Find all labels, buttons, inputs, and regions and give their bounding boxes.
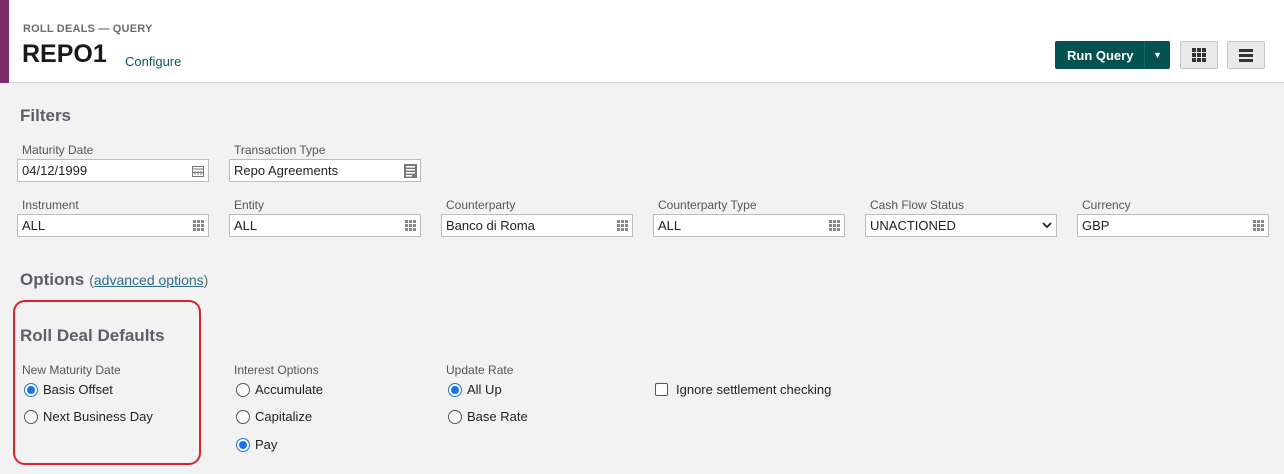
next-business-day-radio[interactable]: Next Business Day — [24, 409, 153, 424]
counterparty-field[interactable]: Banco di Roma — [441, 214, 633, 237]
grid-icon[interactable] — [612, 215, 632, 236]
radio-unselected[interactable] — [236, 409, 250, 424]
lookup-list-icon[interactable] — [400, 160, 420, 181]
entity-field[interactable]: ALL — [229, 214, 421, 237]
entity-label: Entity — [234, 198, 265, 212]
configure-link[interactable]: Configure — [125, 54, 181, 69]
counterparty-type-label: Counterparty Type — [658, 198, 757, 212]
caret-down-icon[interactable]: ▼ — [1144, 41, 1170, 69]
menu-button[interactable] — [1227, 41, 1265, 69]
radio-selected[interactable] — [448, 382, 462, 397]
counterparty-type-field[interactable]: ALL — [653, 214, 845, 237]
options-title: Options — [20, 270, 85, 289]
filters-title: Filters — [20, 106, 72, 125]
radio-unselected[interactable] — [448, 409, 462, 424]
breadcrumb: ROLL DEALS — QUERY — [23, 23, 153, 35]
hamburger-icon — [1239, 49, 1253, 62]
currency-field[interactable]: GBP — [1077, 214, 1269, 237]
advanced-options-link[interactable]: advanced options — [94, 272, 204, 288]
next-business-day-label: Next Business Day — [43, 409, 153, 424]
instrument-field[interactable]: ALL — [17, 214, 209, 237]
currency-value: GBP — [1082, 218, 1110, 233]
capitalize-label: Capitalize — [255, 409, 313, 424]
cash-flow-status-label: Cash Flow Status — [870, 198, 965, 212]
options-heading: Options ( advanced options ) — [20, 270, 208, 290]
new-maturity-date-label: New Maturity Date — [22, 363, 121, 377]
accent-bar — [0, 0, 9, 83]
radio-selected[interactable] — [236, 437, 250, 452]
accumulate-radio[interactable]: Accumulate — [236, 382, 323, 397]
grid-icon[interactable] — [1248, 215, 1268, 236]
checkbox-unchecked[interactable] — [655, 383, 668, 396]
cash-flow-status-select[interactable]: UNACTIONED — [865, 214, 1057, 237]
capitalize-radio[interactable]: Capitalize — [236, 409, 312, 424]
base-rate-label: Base Rate — [467, 409, 528, 424]
calendar-icon[interactable] — [188, 160, 208, 181]
ignore-settlement-label: Ignore settlement checking — [676, 382, 832, 397]
maturity-date-value: 04/12/1999 — [22, 163, 88, 178]
run-query-button[interactable]: Run Query ▼ — [1055, 41, 1170, 69]
pay-radio[interactable]: Pay — [236, 437, 277, 452]
radio-selected[interactable] — [24, 382, 38, 397]
base-rate-radio[interactable]: Base Rate — [448, 409, 528, 424]
transaction-type-value: Repo Agreements — [234, 163, 339, 178]
transaction-type-field[interactable]: Repo Agreements — [229, 159, 421, 182]
grid-icon[interactable] — [400, 215, 420, 236]
counterparty-type-value: ALL — [658, 218, 682, 233]
counterparty-value: Banco di Roma — [446, 218, 535, 233]
chevron-down-icon[interactable] — [1038, 222, 1056, 229]
page-header: ROLL DEALS — QUERY REPO1 Configure Run Q… — [0, 0, 1284, 83]
instrument-label: Instrument — [22, 198, 79, 212]
grid-view-button[interactable] — [1180, 41, 1218, 69]
update-rate-label: Update Rate — [446, 363, 514, 377]
counterparty-label: Counterparty — [446, 198, 516, 212]
transaction-type-label: Transaction Type — [234, 143, 326, 157]
paren-close: ) — [203, 272, 209, 288]
basis-offset-radio[interactable]: Basis Offset — [24, 382, 113, 397]
cash-flow-status-value: UNACTIONED — [870, 218, 956, 233]
grid-icon[interactable] — [824, 215, 844, 236]
roll-deal-defaults-title: Roll Deal Defaults — [20, 326, 165, 345]
interest-options-label: Interest Options — [234, 363, 319, 377]
all-up-radio[interactable]: All Up — [448, 382, 502, 397]
grid-icon[interactable] — [188, 215, 208, 236]
accumulate-label: Accumulate — [255, 382, 323, 397]
grid-icon — [1192, 48, 1206, 62]
maturity-date-field[interactable]: 04/12/1999 — [17, 159, 209, 182]
currency-label: Currency — [1082, 198, 1131, 212]
run-query-label: Run Query — [1067, 47, 1134, 63]
radio-unselected[interactable] — [24, 409, 38, 424]
pay-label: Pay — [255, 437, 278, 452]
ignore-settlement-checkbox[interactable]: Ignore settlement checking — [655, 382, 831, 397]
page-title: REPO1 — [22, 40, 107, 68]
entity-value: ALL — [234, 218, 258, 233]
maturity-date-label: Maturity Date — [22, 143, 94, 157]
radio-unselected[interactable] — [236, 382, 250, 397]
instrument-value: ALL — [22, 218, 46, 233]
all-up-label: All Up — [467, 382, 502, 397]
basis-offset-label: Basis Offset — [43, 382, 113, 397]
